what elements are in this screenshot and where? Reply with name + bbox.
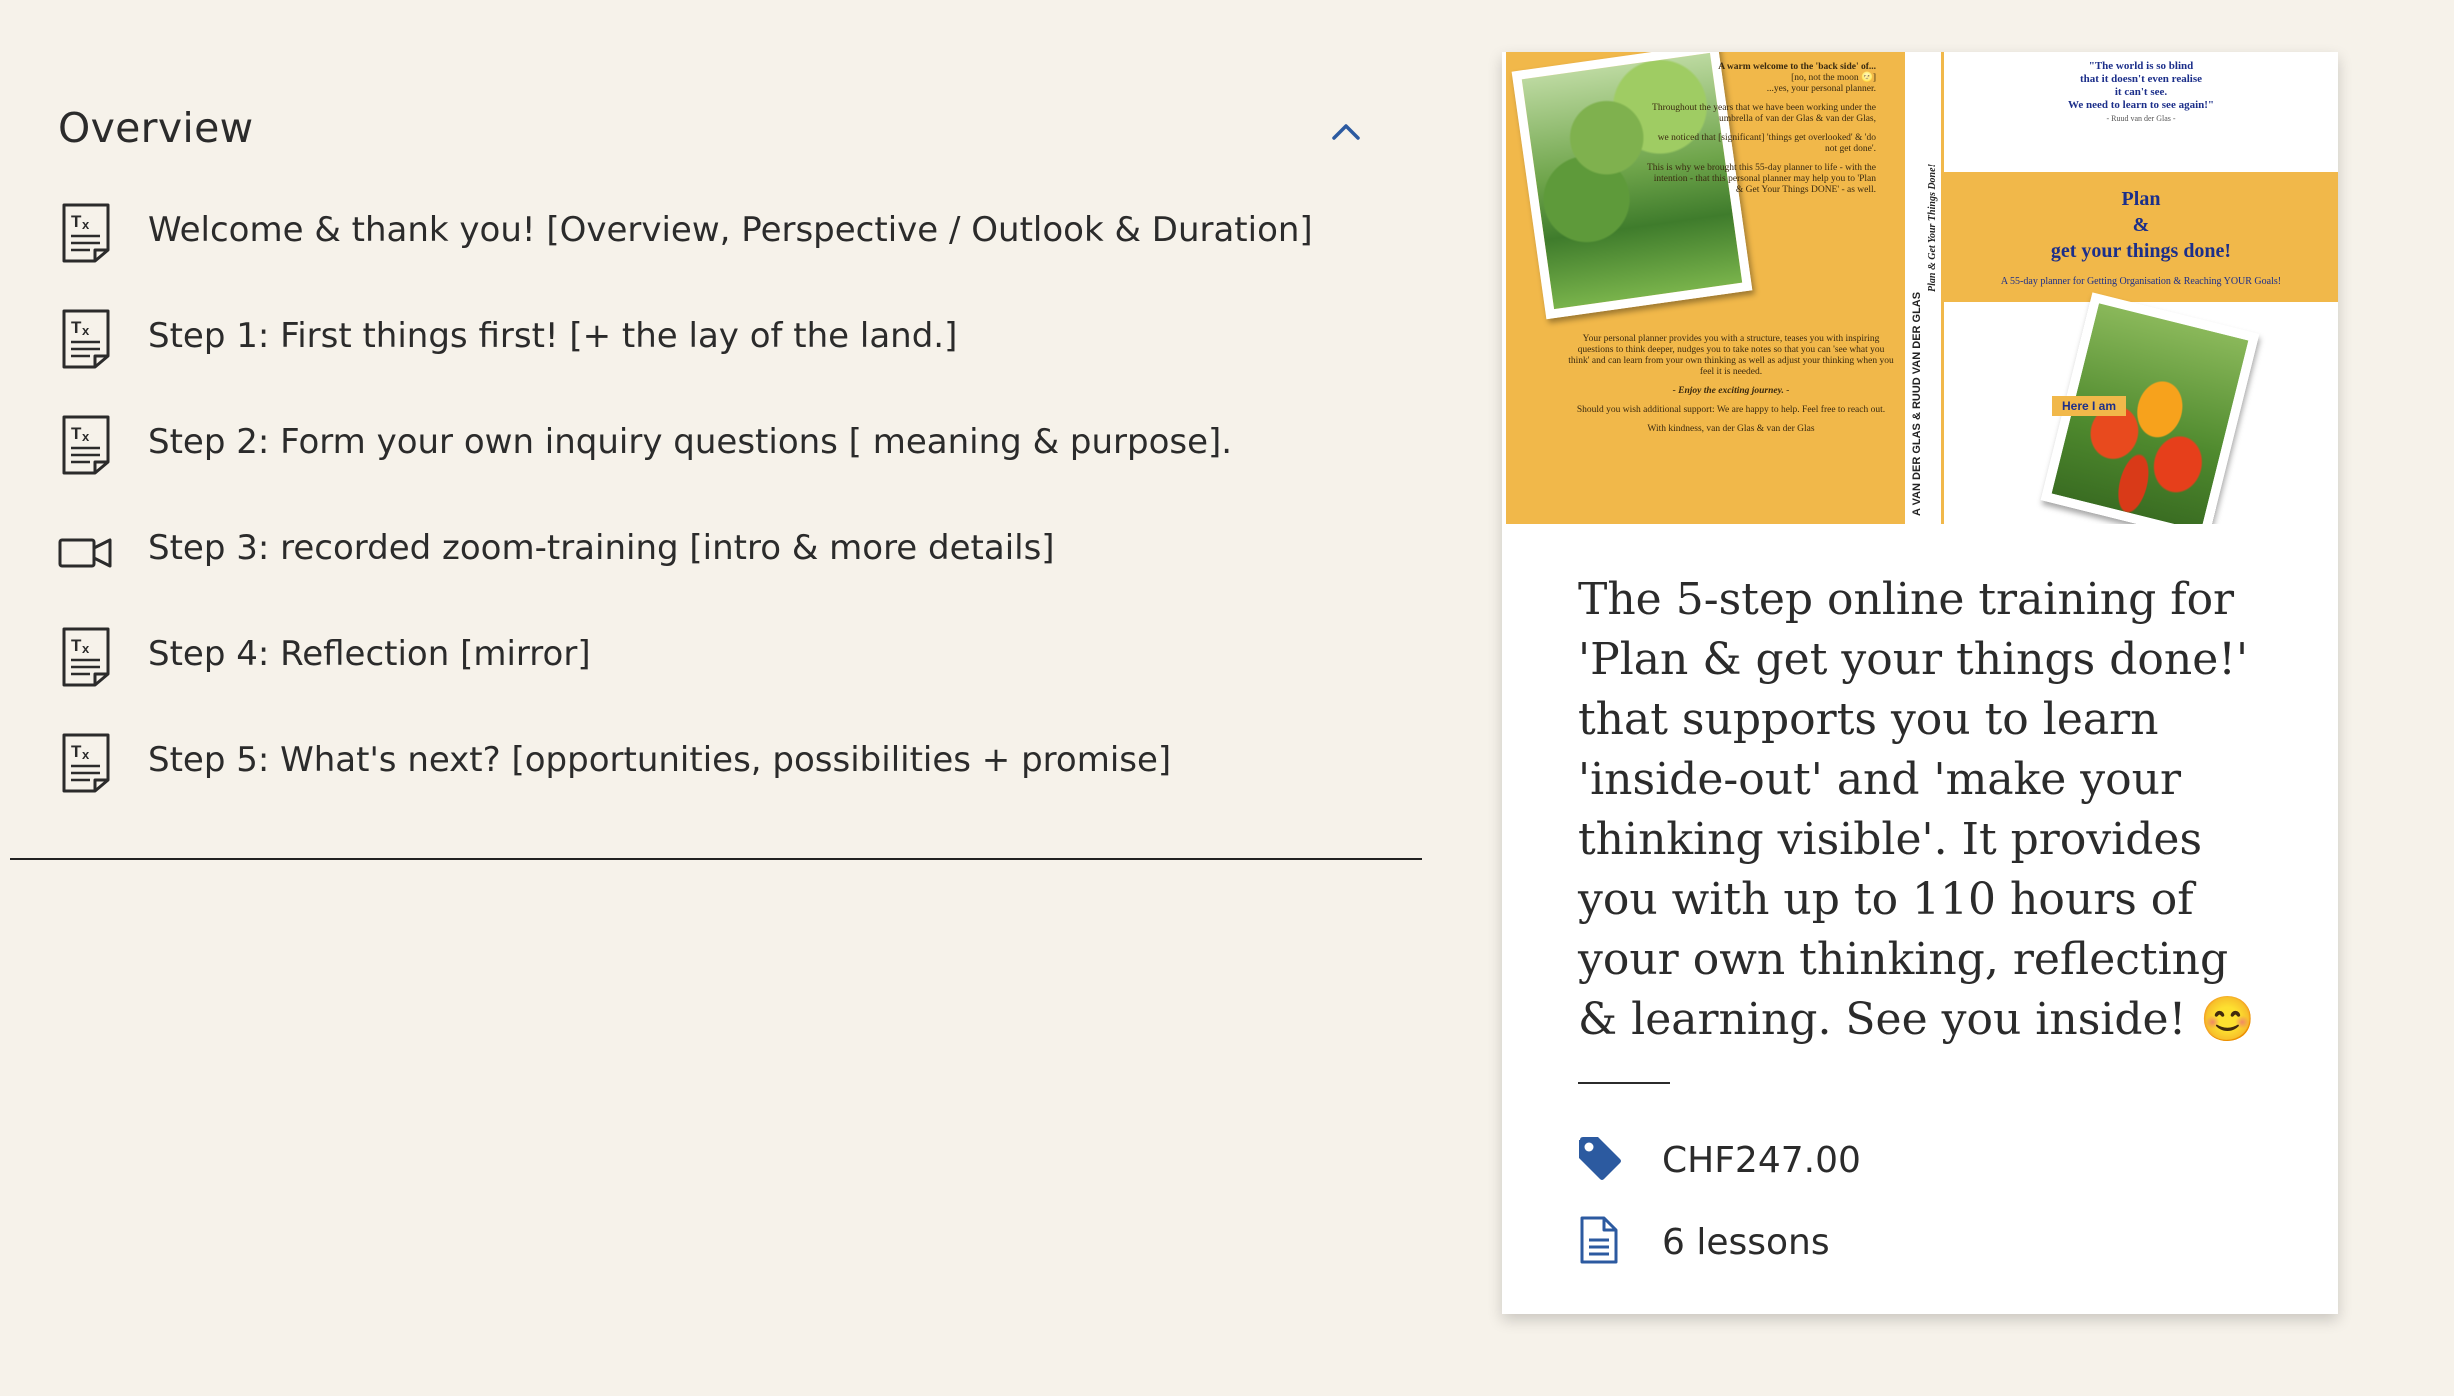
text-document-icon: T x	[62, 733, 110, 793]
cover-back-intro: A warm welcome to the 'back side' of...	[1718, 62, 1876, 72]
lesson-label: Step 5: What's next? [opportunities, pos…	[148, 740, 1172, 780]
cover-back-text-lower: Your personal planner provides you with …	[1566, 334, 1896, 443]
quote-line: "The world is so blind	[2088, 60, 2194, 72]
lesson-item-step-2[interactable]: T x Step 2: Form your own inquiry questi…	[10, 400, 1422, 506]
svg-text:T: T	[71, 318, 82, 337]
course-price: CHF247.00	[1662, 1140, 1861, 1181]
svg-text:T: T	[71, 212, 82, 231]
cover-front: "The world is so blind that it doesn't e…	[1944, 52, 2338, 524]
lesson-list: T x Welcome & thank you! [Overview, Pers…	[10, 188, 1422, 824]
svg-text:x: x	[82, 747, 90, 762]
text-document-icon: T x	[62, 309, 110, 369]
cover-back-para: Throughout the years that we have been w…	[1652, 103, 1876, 124]
svg-text:x: x	[82, 217, 90, 232]
quote-line: it can't see.	[2114, 86, 2168, 98]
cover-spine: A VAN DER GLAS & RUUD VAN DER GLAS Plan …	[1902, 52, 1944, 524]
course-card: A warm welcome to the 'back side' of... …	[1502, 52, 2338, 1314]
lesson-label: Welcome & thank you! [Overview, Perspect…	[148, 210, 1313, 250]
course-cover-image: A warm welcome to the 'back side' of... …	[1502, 52, 2338, 524]
cover-back-text: A warm welcome to the 'back side' of... …	[1646, 62, 1876, 204]
lesson-item-welcome[interactable]: T x Welcome & thank you! [Overview, Pers…	[10, 188, 1422, 294]
spine-title: Plan & Get Your Things Done!	[1927, 163, 1938, 292]
svg-text:T: T	[71, 424, 82, 443]
overview-divider	[10, 858, 1422, 860]
cover-back-para: With kindness, van der Glas & van der Gl…	[1647, 424, 1815, 434]
chevron-up-icon[interactable]	[1328, 114, 1364, 150]
curriculum-overview: Overview T x Welcome & thank you! [Overv…	[10, 80, 1422, 860]
spine-authors: A VAN DER GLAS & RUUD VAN DER GLAS	[1911, 291, 1923, 516]
here-i-am-tag: Here I am	[2052, 396, 2127, 416]
cover-back-intro-3: ...yes, your personal planner.	[1766, 84, 1876, 94]
svg-text:T: T	[71, 742, 82, 761]
cover-title-line: Plan	[2121, 188, 2161, 210]
cover-back-intro-2: [no, not the moon 🌝]	[1791, 73, 1876, 83]
card-divider	[1578, 1082, 1670, 1084]
lesson-label: Step 2: Form your own inquiry questions …	[148, 422, 1233, 462]
cover-back-para: we noticed that [significant] 'things ge…	[1657, 133, 1876, 154]
lessons-count: 6 lessons	[1662, 1222, 1830, 1263]
cover-back: A warm welcome to the 'back side' of... …	[1506, 52, 1902, 524]
quote-line: that it doesn't even realise	[2079, 73, 2202, 85]
svg-text:T: T	[71, 636, 82, 655]
cover-quote: "The world is so blind that it doesn't e…	[1944, 60, 2338, 125]
text-document-icon: T x	[62, 627, 110, 687]
cover-back-para: - Enjoy the exciting journey. -	[1672, 386, 1790, 396]
cover-title-line: &	[2132, 214, 2150, 236]
overview-title: Overview	[58, 104, 254, 152]
course-description: The 5-step online training for 'Plan & g…	[1578, 574, 2256, 1045]
quote-line: We need to learn to see again!"	[2067, 99, 2215, 111]
lesson-item-step-4[interactable]: T x Step 4: Reflection [mirror]	[10, 612, 1422, 718]
svg-text:x: x	[82, 429, 90, 444]
overview-header[interactable]: Overview	[10, 80, 1422, 184]
lesson-item-step-1[interactable]: T x Step 1: First things first! [+ the l…	[10, 294, 1422, 400]
cover-back-para: Should you wish additional support: We a…	[1576, 405, 1886, 415]
lesson-label: Step 3: recorded zoom-training [intro & …	[148, 528, 1055, 568]
svg-text:x: x	[82, 641, 90, 656]
text-document-icon: T x	[62, 203, 110, 263]
lesson-item-step-5[interactable]: T x Step 5: What's next? [opportunities,…	[10, 718, 1422, 824]
document-icon	[1580, 1216, 1618, 1264]
cover-subtitle: A 55-day planner for Getting Organisatio…	[2000, 276, 2282, 287]
lesson-label: Step 4: Reflection [mirror]	[148, 634, 591, 674]
price-tag-icon	[1579, 1137, 1621, 1180]
cover-title-band: Plan & get your things done! A 55-day pl…	[1944, 172, 2338, 302]
quote-author: - Ruud van der Glas -	[2106, 114, 2176, 123]
lesson-label: Step 1: First things first! [+ the lay o…	[148, 316, 958, 356]
lesson-item-step-3[interactable]: Step 3: recorded zoom-training [intro & …	[10, 506, 1422, 612]
cover-title: Plan & get your things done!	[1944, 186, 2338, 264]
svg-text:x: x	[82, 323, 90, 338]
text-document-icon: T x	[62, 415, 110, 475]
cover-title-line: get your things done!	[2050, 240, 2232, 262]
cover-back-para: This is why we brought this 55-day plann…	[1646, 163, 1876, 195]
video-camera-icon	[58, 538, 112, 568]
cover-back-para: Your personal planner provides you with …	[1568, 334, 1894, 377]
